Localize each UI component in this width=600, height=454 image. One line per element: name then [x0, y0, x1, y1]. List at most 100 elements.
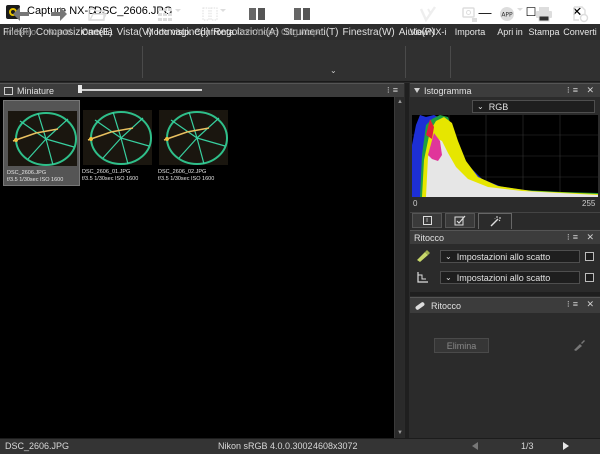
viewnx-icon — [418, 3, 438, 25]
thumbnail-exif: f/3.5 1/30sec ISO 1600 — [82, 175, 139, 182]
previous-image-button[interactable] — [472, 442, 478, 450]
chevron-down-icon: ⌄ — [477, 102, 484, 111]
before-after-button[interactable]: Corr./dopo — [236, 3, 278, 41]
viewnx-button[interactable]: ViewNX-i — [408, 3, 448, 41]
panel-menu-icon[interactable]: ⁝≡ ✕ — [567, 85, 597, 96]
back-button[interactable]: Indietro — [3, 3, 39, 41]
orig-after-button[interactable]: Orig./dopo — [280, 3, 324, 41]
panel-splitter[interactable] — [405, 83, 409, 438]
tab-info[interactable]: i — [412, 213, 442, 228]
import-button[interactable]: Importa — [454, 3, 486, 41]
tab-retouch[interactable] — [478, 213, 512, 229]
histogram-axis-min: 0 — [413, 199, 418, 208]
bandage-icon — [415, 301, 425, 310]
chevron-down-icon: ⌄ — [445, 273, 452, 282]
thumbnail-item[interactable]: DSC_2606_01.JPG f/3.5 1/30sec ISO 1600 — [79, 100, 156, 186]
toolbar-separator — [450, 46, 451, 78]
open-in-label: Apri in — [497, 27, 523, 37]
forward-label: Avanti — [46, 27, 72, 37]
status-file-name: DSC_2606.JPG — [5, 441, 70, 451]
tone-curve-icon — [417, 272, 428, 283]
menu-window[interactable]: Finestra(W) — [343, 27, 395, 38]
histogram-channel-select[interactable]: ⌄ RGB — [472, 100, 595, 113]
thumbnail-exif: f/3.5 1/30sec ISO 1600 — [7, 176, 64, 183]
convert-label: Converti — [563, 27, 597, 37]
histogram-panel-title: Istogramma — [424, 85, 472, 96]
arrow-right-icon — [49, 3, 69, 25]
viewnx-label: ViewNX-i — [409, 27, 447, 37]
back-label: Indietro — [5, 27, 37, 37]
before-after-label: Corr./dopo — [235, 27, 279, 37]
edit-check-icon — [454, 215, 466, 226]
brush-icon[interactable] — [573, 339, 585, 351]
thumbnail-size-slider-handle[interactable] — [78, 85, 82, 93]
panel-splitter[interactable] — [410, 292, 600, 296]
histogram-axis-max: 255 — [582, 199, 596, 208]
adjust-panel-title: Ritocco — [414, 232, 445, 243]
histogram-panel-header: Istogramma ⁝≡ ✕ — [410, 83, 600, 97]
folder-label: Cartella — [81, 27, 113, 37]
toolbar-more-chevron-icon[interactable]: ⌄ — [330, 66, 337, 75]
picture-control-checkbox[interactable] — [585, 252, 594, 261]
forward-button[interactable]: Avanti — [41, 3, 77, 41]
histogram-chart — [412, 115, 598, 197]
thumbnails-panel-title: Miniature — [17, 85, 55, 96]
compare-label: Confronta — [194, 27, 234, 37]
before-after-icon — [247, 3, 267, 25]
thumbnail-exif: f/3.5 1/30sec ISO 1600 — [158, 175, 215, 182]
view-mode-button[interactable]: Modo visio. — [146, 3, 192, 41]
thumbnail-file-name: DSC_2606_01.JPG — [82, 169, 131, 175]
open-in-button[interactable]: APP Apri in — [492, 3, 528, 41]
folder-button[interactable]: Cartella — [79, 3, 115, 41]
print-button[interactable]: Stampa — [528, 3, 560, 41]
folder-icon — [87, 3, 107, 25]
import-icon — [460, 3, 480, 25]
printer-icon — [534, 3, 554, 25]
panel-menu-icon[interactable]: ⁝≡ ✕ — [567, 299, 597, 310]
thumbnail-item[interactable]: DSC_2606.JPG f/3.5 1/30sec ISO 1600 — [3, 100, 80, 186]
thumbnail-file-name: DSC_2606_02.JPG — [158, 169, 207, 175]
adjust-panel-header: Ritocco ⁝≡ ✕ — [410, 230, 600, 244]
thumbnail-scrollbar[interactable]: ▲ ▼ — [394, 97, 404, 438]
histogram-channel-value: RGB — [488, 101, 509, 112]
status-bar: DSC_2606.JPG Nikon sRGB 4.0.0.3002 4608x… — [0, 438, 600, 454]
tone-curve-checkbox[interactable] — [585, 273, 594, 282]
compare-icon — [201, 3, 227, 25]
toolbar — [0, 40, 600, 82]
status-page-counter: 1/3 — [521, 441, 534, 451]
print-label: Stampa — [528, 27, 560, 37]
import-label: Importa — [454, 27, 486, 37]
panel-menu-icon[interactable]: ⁝≡ ✕ — [567, 232, 597, 243]
picture-control-select[interactable]: ⌄ Impostazioni allo scatto — [440, 250, 580, 263]
view-mode-label: Modo visio. — [146, 27, 192, 37]
thumbnails-panel-header: Miniature ⁝≡ — [0, 83, 404, 97]
next-image-button[interactable] — [563, 442, 569, 450]
grid-view-icon — [156, 3, 182, 25]
grid-small-icon — [4, 86, 13, 95]
collapse-icon[interactable] — [414, 88, 420, 93]
retouch-panel-title: Ritocco — [431, 300, 462, 311]
retouch-panel-body — [410, 313, 600, 438]
toolbar-separator — [405, 46, 406, 78]
arrow-left-icon — [11, 3, 31, 25]
open-in-app-icon: APP — [497, 3, 523, 25]
thumbnail-image — [8, 111, 77, 166]
magic-wand-icon — [490, 216, 501, 227]
chevron-down-icon: ⌄ — [445, 252, 452, 261]
convert-icon — [570, 3, 590, 25]
info-icon: i — [422, 216, 432, 225]
tone-curve-value: Impostazioni allo scatto — [456, 272, 551, 283]
delete-button[interactable]: Elimina — [434, 338, 489, 353]
panel-menu-icon[interactable]: ⁝≡ — [387, 85, 401, 96]
toolbar-separator — [142, 46, 143, 78]
status-color-profile: Nikon sRGB 4.0.0.3002 — [218, 441, 313, 451]
picture-control-value: Impostazioni allo scatto — [456, 251, 551, 262]
tone-curve-select[interactable]: ⌄ Impostazioni allo scatto — [440, 271, 580, 284]
tab-edit[interactable] — [445, 213, 475, 228]
svg-text:APP: APP — [501, 12, 513, 19]
thumbnail-size-slider[interactable] — [80, 89, 202, 91]
convert-button[interactable]: Converti — [562, 3, 598, 41]
thumbnail-item[interactable]: DSC_2606_02.JPG f/3.5 1/30sec ISO 1600 — [155, 100, 232, 186]
compare-button[interactable]: Confronta — [194, 3, 234, 41]
thumbnail-image — [83, 110, 152, 165]
